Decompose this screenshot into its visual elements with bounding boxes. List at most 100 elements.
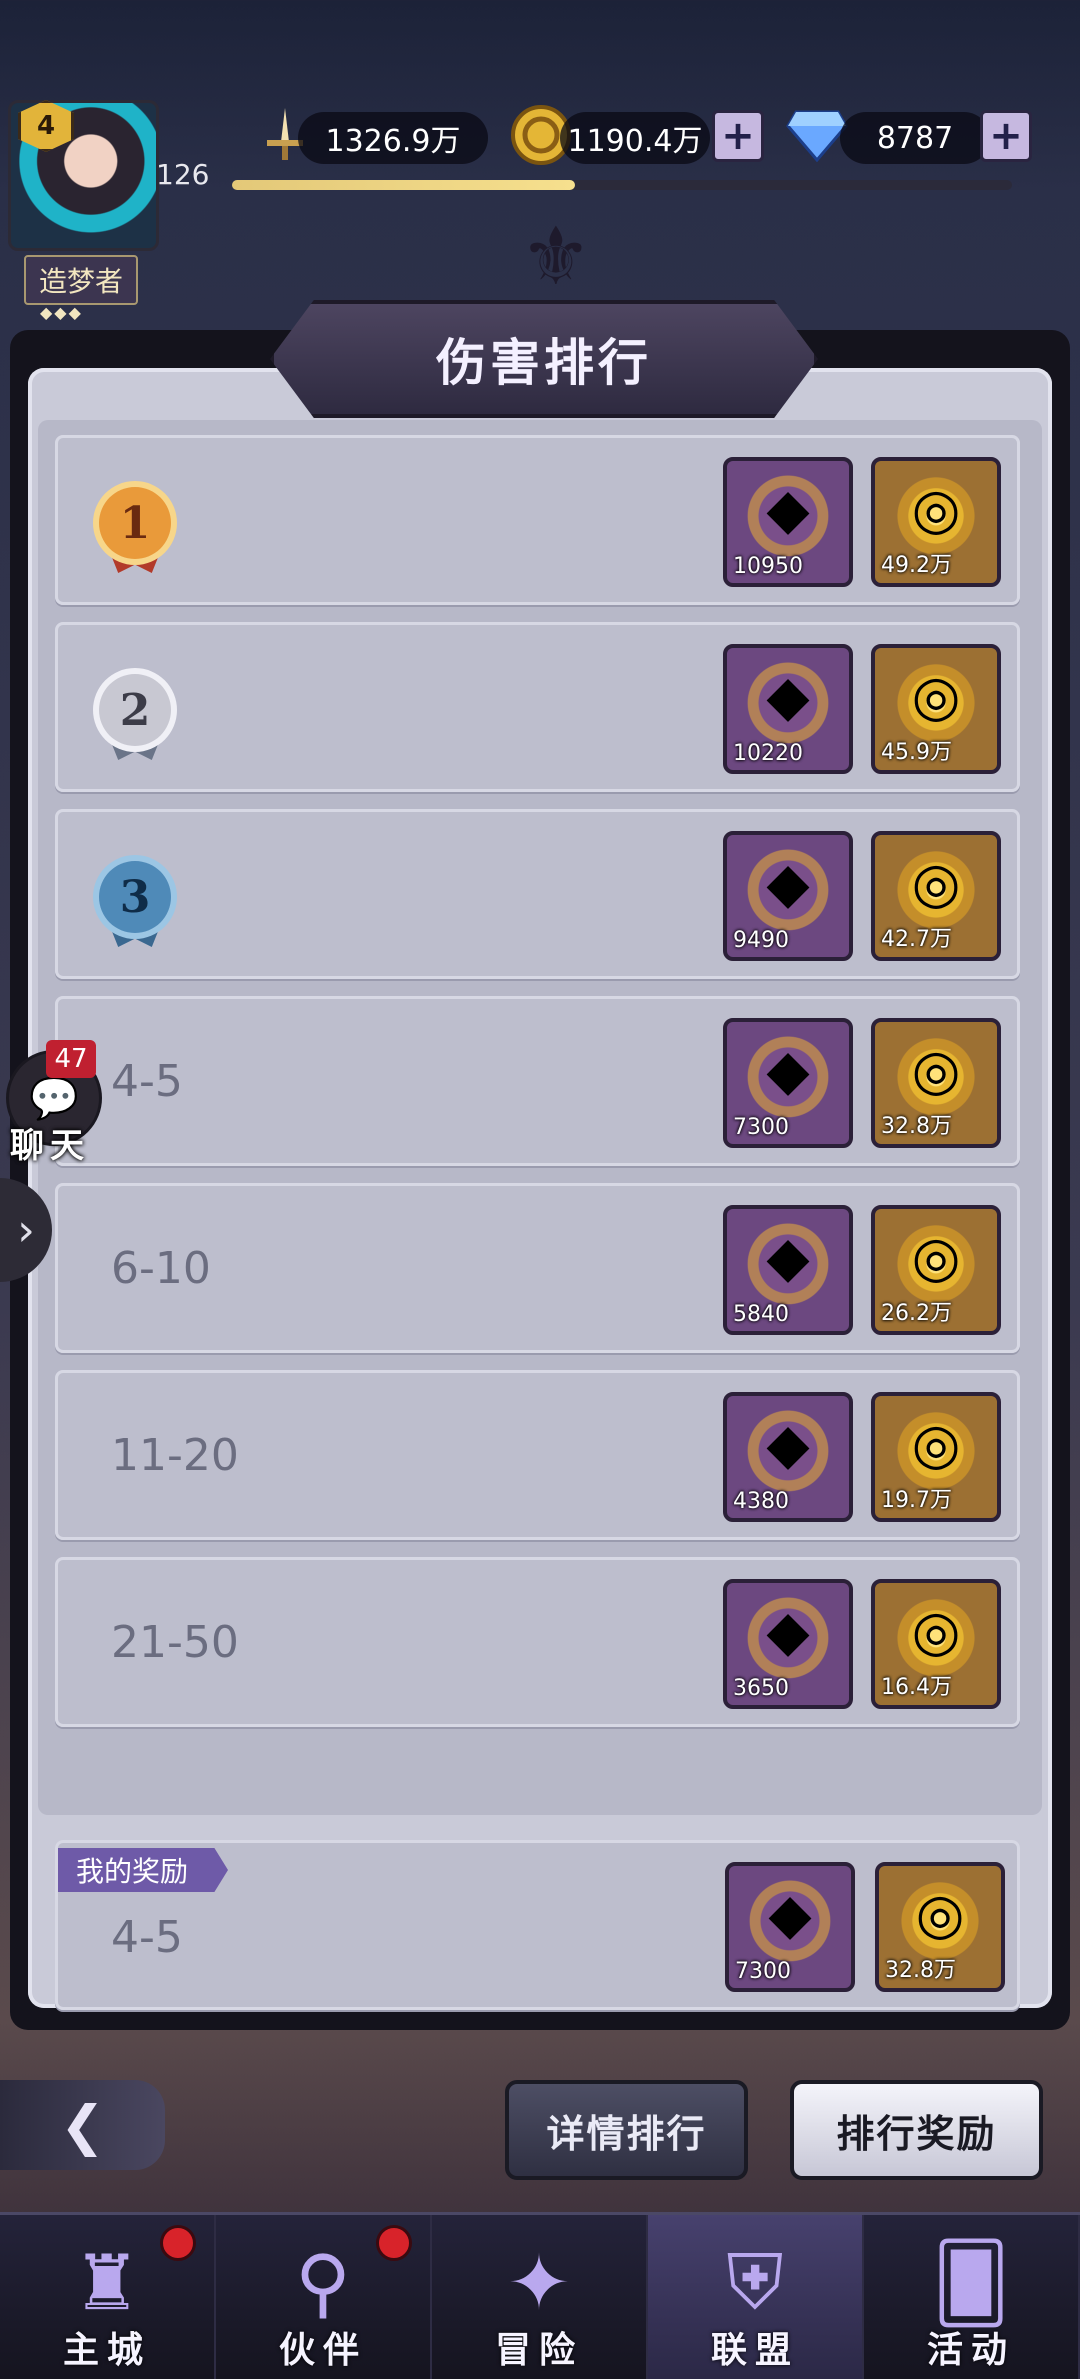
rank-row: 4-5 ◆ 7300 ◎ 32.8万 — [55, 996, 1020, 1166]
reward-gem-count: 4380 — [733, 1489, 789, 1514]
gold-coin-icon: ◎ — [911, 477, 961, 543]
gold-coin-icon: ◎ — [911, 1038, 961, 1104]
chat-bubble-icon: 💬 — [29, 1075, 79, 1122]
reward-gem-count: 5840 — [733, 1302, 789, 1327]
reward-gem-count: 10950 — [733, 554, 803, 579]
notification-dot — [376, 2225, 412, 2261]
reward-gold-item[interactable]: ◎ 16.4万 — [871, 1579, 1001, 1709]
crest-gem-icon: ◆ — [768, 1882, 812, 1948]
nav-label: 伙伴 — [278, 2330, 367, 2371]
my-reward-tag: 我的奖励 — [58, 1848, 228, 1892]
crest-gem-icon: ◆ — [766, 1225, 810, 1291]
rank-row: 6-10 ◆ 5840 ◎ 26.2万 — [55, 1183, 1020, 1353]
chat-label: 聊天 — [10, 1126, 90, 1166]
reward-gold-count: 45.9万 — [881, 740, 952, 765]
add-gold-button[interactable]: + — [712, 110, 764, 162]
player-exp-value: 126 — [156, 158, 210, 191]
gold-value: 1190.4万 — [560, 112, 710, 164]
my-reward-gem-count: 7300 — [735, 1959, 791, 1984]
my-reward-gold-item[interactable]: ◎ 32.8万 — [875, 1862, 1005, 1992]
reward-gem-item[interactable]: ◆ 7300 — [723, 1018, 853, 1148]
rank-range-label: 4-5 — [111, 1055, 183, 1107]
nav-label: 主城 — [62, 2330, 151, 2371]
rank-medal-1-icon: 1 — [85, 473, 185, 573]
reward-gold-item[interactable]: ◎ 32.8万 — [871, 1018, 1001, 1148]
gold-coin-icon: ◎ — [911, 1225, 961, 1291]
reward-gem-item[interactable]: ◆ 4380 — [723, 1392, 853, 1522]
gold-coin-icon: ◎ — [915, 1882, 965, 1948]
crest-gem-icon: ◆ — [766, 664, 810, 730]
exp-progress-bar — [232, 180, 1012, 190]
add-diamond-button[interactable]: + — [980, 110, 1032, 162]
nav-label: 冒险 — [494, 2330, 583, 2371]
nav-label: 联盟 — [710, 2330, 799, 2371]
nav-item-wizard-hat[interactable]: ⚲ 伙伴 — [216, 2215, 432, 2379]
chat-unread-badge: 47 — [46, 1040, 96, 1078]
reward-gem-item[interactable]: ◆ 5840 — [723, 1205, 853, 1335]
rank-row: 21-50 ◆ 3650 ◎ 16.4万 — [55, 1557, 1020, 1727]
reward-gem-count: 10220 — [733, 741, 803, 766]
crest-gem-icon: ◆ — [766, 851, 810, 917]
my-reward-gold-count: 32.8万 — [885, 1958, 956, 1983]
reward-gem-count: 7300 — [733, 1115, 789, 1140]
rank-medal-2-icon: 2 — [85, 660, 185, 760]
rank-row: 2 ◆ 10220 ◎ 45.9万 — [55, 622, 1020, 792]
gold-coin-icon: ◎ — [911, 851, 961, 917]
reward-gold-count: 49.2万 — [881, 553, 952, 578]
ranking-reward-button[interactable]: 排行奖励 — [790, 2080, 1043, 2180]
power-value: 1326.9万 — [298, 112, 488, 164]
reward-gold-item[interactable]: ◎ 26.2万 — [871, 1205, 1001, 1335]
nav-item-cards[interactable]: 🂠 活动 — [864, 2215, 1080, 2379]
nav-item-shield[interactable]: ⛨ 联盟 — [648, 2215, 864, 2379]
reward-gem-count: 9490 — [733, 928, 789, 953]
player-title[interactable]: 造梦者 — [24, 255, 138, 305]
rank-range-label: 6-10 — [111, 1242, 211, 1294]
reward-gold-item[interactable]: ◎ 49.2万 — [871, 457, 1001, 587]
nav-label: 活动 — [926, 2330, 1015, 2371]
rank-range-label: 11-20 — [111, 1429, 239, 1481]
crest-ornament-icon: ⚜ — [520, 210, 592, 303]
gold-coin-icon: ◎ — [911, 664, 961, 730]
crest-gem-icon: ◆ — [766, 1599, 810, 1665]
rank-row: 3 ◆ 9490 ◎ 42.7万 — [55, 809, 1020, 979]
exp-progress-fill — [232, 180, 576, 190]
my-reward-gem-item[interactable]: ◆ 7300 — [725, 1862, 855, 1992]
reward-gem-item[interactable]: ◆ 3650 — [723, 1579, 853, 1709]
reward-gold-count: 16.4万 — [881, 1675, 952, 1700]
rank-range-label: 21-50 — [111, 1616, 239, 1668]
reward-gold-count: 32.8万 — [881, 1114, 952, 1139]
rank-row: 11-20 ◆ 4380 ◎ 19.7万 — [55, 1370, 1020, 1540]
reward-gem-item[interactable]: ◆ 9490 — [723, 831, 853, 961]
detail-ranking-button[interactable]: 详情排行 — [505, 2080, 748, 2180]
notification-dot — [160, 2225, 196, 2261]
reward-gold-item[interactable]: ◎ 45.9万 — [871, 644, 1001, 774]
player-title-stars: ◆◆◆ — [40, 303, 83, 322]
crest-gem-icon: ◆ — [766, 477, 810, 543]
rank-row: 1 ◆ 10950 ◎ 49.2万 — [55, 435, 1020, 605]
back-arrow-icon: ❮ — [59, 2093, 106, 2157]
back-button[interactable]: ❮ — [0, 2080, 165, 2170]
reward-gem-item[interactable]: ◆ 10950 — [723, 457, 853, 587]
reward-gold-count: 19.7万 — [881, 1488, 952, 1513]
crest-gem-icon: ◆ — [766, 1038, 810, 1104]
gold-coin-icon: ◎ — [911, 1599, 961, 1665]
reward-gold-count: 26.2万 — [881, 1301, 952, 1326]
rank-medal-3-icon: 3 — [85, 847, 185, 947]
panel-title: 伤害排行 — [436, 333, 652, 392]
crest-gem-icon: ◆ — [766, 1412, 810, 1478]
reward-gold-item[interactable]: ◎ 19.7万 — [871, 1392, 1001, 1522]
reward-gem-count: 3650 — [733, 1676, 789, 1701]
rank-medal-number: 1 — [99, 487, 171, 559]
nav-item-compass[interactable]: ✦ 冒险 — [432, 2215, 648, 2379]
reward-gem-item[interactable]: ◆ 10220 — [723, 644, 853, 774]
reward-gold-item[interactable]: ◎ 42.7万 — [871, 831, 1001, 961]
rank-medal-number: 2 — [99, 674, 171, 746]
bottom-nav: ♜ 主城 ⚲ 伙伴 ✦ 冒险 ⛨ 联盟 🂠 活动 — [0, 2212, 1080, 2379]
nav-item-castle[interactable]: ♜ 主城 — [0, 2215, 216, 2379]
gold-coin-icon: ◎ — [911, 1412, 961, 1478]
reward-gold-count: 42.7万 — [881, 927, 952, 952]
chevron-right-icon: › — [17, 1204, 35, 1256]
panel-header: 伤害排行 — [270, 300, 818, 418]
diamond-value: 8787 — [840, 112, 990, 164]
rank-medal-number: 3 — [99, 861, 171, 933]
